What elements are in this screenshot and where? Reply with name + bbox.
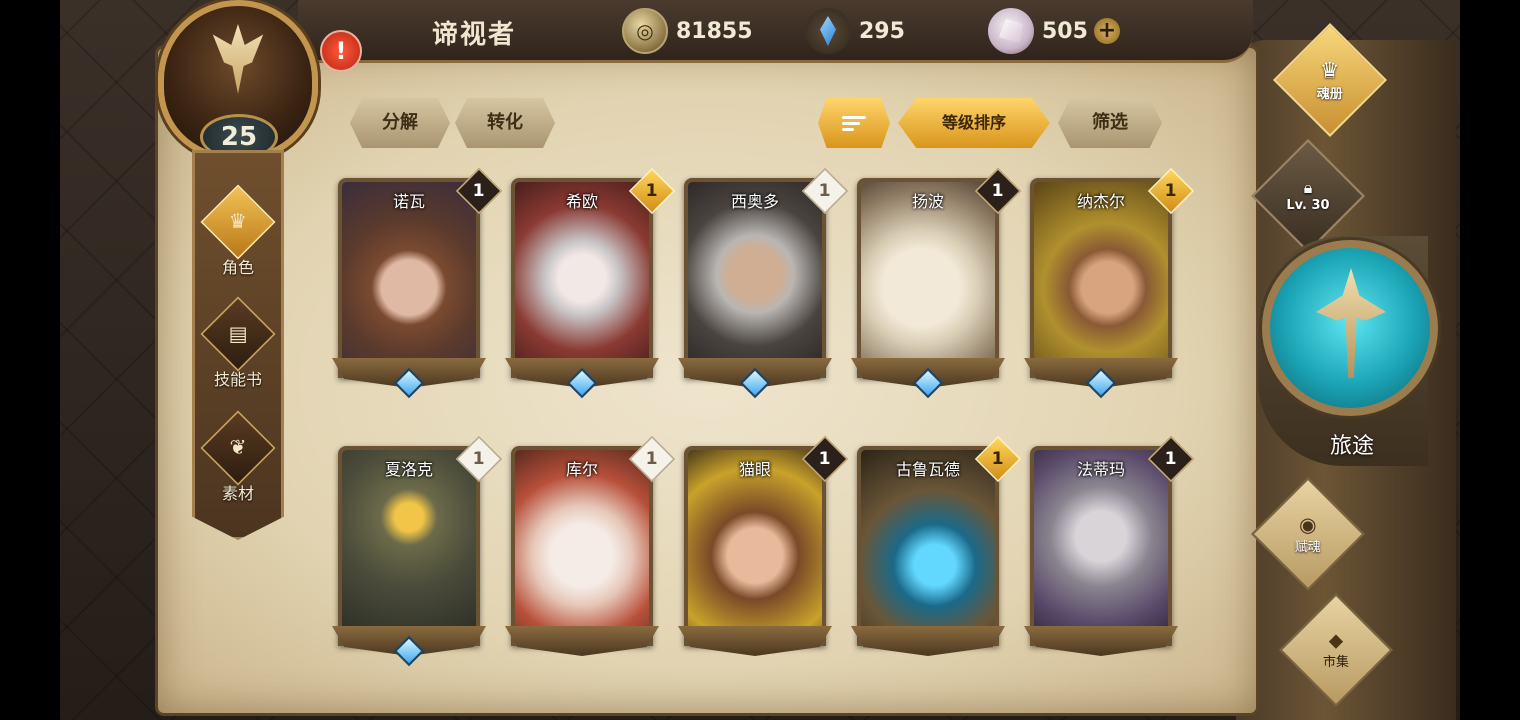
nav-item-materials[interactable]: ❦ 素材 (198, 410, 278, 504)
sort-order-button[interactable] (818, 98, 890, 148)
character-card[interactable]: 猫眼 1 (678, 435, 849, 664)
sort-icon (842, 113, 866, 134)
left-letterbox (0, 0, 60, 720)
character-card[interactable]: 西奥多 1 (678, 167, 849, 399)
crest-icon (212, 24, 264, 94)
currency-gem: 505 + (988, 8, 1120, 54)
journey-label: 旅途 (1329, 434, 1374, 459)
character-card[interactable]: 库尔 1 (505, 435, 676, 664)
character-card[interactable]: 希欧 1 (505, 167, 676, 399)
right-letterbox (1460, 0, 1520, 720)
nav-item-characters[interactable]: ♛ 角色 (198, 184, 278, 278)
character-card[interactable]: 诺瓦 1 (332, 167, 503, 399)
lock-icon: 🔒︎ (1303, 179, 1313, 198)
nav-item-skill-books[interactable]: ▤ 技能书 (198, 296, 278, 390)
gem-amount: 505 (1042, 18, 1088, 44)
character-card[interactable]: 夏洛克 1 (332, 435, 503, 667)
character-card[interactable]: 扬波 1 (851, 167, 1022, 399)
market-label: 市集 (1323, 654, 1349, 670)
character-card[interactable]: 古鲁瓦德 1 (851, 435, 1022, 664)
player-name: 谛视者 (432, 20, 517, 50)
helmet-icon: ♛ (228, 210, 248, 234)
character-card[interactable]: 法蒂玛 1 (1024, 435, 1195, 664)
unlock-level-label: Lv. 30 (1286, 197, 1330, 213)
filter-button[interactable]: 筛选 (1058, 98, 1162, 148)
character-card[interactable]: 纳杰尔 1 (1024, 167, 1195, 399)
helmet-icon: ♛ (1320, 58, 1340, 84)
gold-coin-icon: ◎ (622, 8, 668, 54)
skill-book-icon: ▤ (228, 322, 248, 346)
sort-by-level-button[interactable]: 等级排序 (898, 98, 1050, 148)
currency-crystal: 295 (805, 8, 905, 54)
convert-button[interactable]: 转化 (455, 98, 555, 148)
blue-crystal-icon (805, 8, 851, 54)
gold-amount: 81855 (676, 18, 753, 44)
material-icon: ❦ (229, 436, 247, 460)
decompose-button[interactable]: 分解 (350, 98, 450, 148)
soul-gem-icon (988, 8, 1034, 54)
swirl-icon: ◉ (1299, 512, 1317, 537)
endow-soul-label: 赋魂 (1295, 539, 1321, 555)
add-currency-button[interactable]: + (1093, 18, 1120, 44)
diamond-icon: ◆ (1328, 629, 1344, 652)
currency-gold: ◎ 81855 (622, 8, 753, 54)
soul-book-label: 魂册 (1317, 86, 1343, 102)
crystal-amount: 295 (859, 18, 905, 44)
alert-icon[interactable]: ! (320, 30, 362, 72)
